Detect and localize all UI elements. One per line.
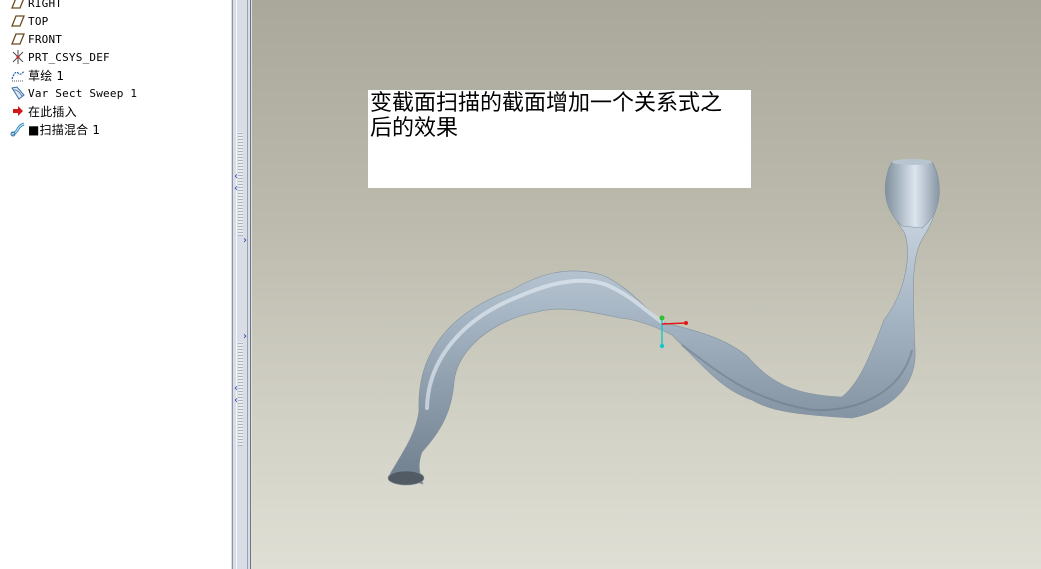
tree-item-sketch-1[interactable]: 草绘 1 — [10, 66, 64, 84]
tree-item-insert-here[interactable]: 在此插入 — [10, 102, 77, 120]
tree-item-right[interactable]: RIGHT — [10, 0, 62, 12]
tree-item-prt-csys-def[interactable]: PRT_CSYS_DEF — [10, 48, 110, 66]
tree-item-swept-blend-1[interactable]: ■扫描混合 1 — [10, 120, 100, 138]
tree-item-label: FRONT — [28, 32, 63, 46]
collapse-left-icon[interactable]: ‹ — [234, 396, 238, 406]
splitter-grip[interactable] — [238, 132, 243, 236]
tree-item-label: Var Sect Sweep 1 — [28, 86, 138, 100]
datum-plane-icon — [11, 0, 24, 9]
splitter-grip[interactable] — [238, 342, 243, 446]
swept-tube-model[interactable] — [252, 0, 1041, 569]
datum-plane-icon — [11, 15, 25, 27]
var-sect-sweep-icon — [11, 86, 25, 100]
model-tree: RIGHT TOP FRONT PRT_CSYS_DEF 草绘 1 Var Se… — [0, 0, 231, 569]
splitter-edge — [250, 0, 251, 569]
panel-splitter[interactable]: ‹ ‹ › › ‹ ‹ — [231, 0, 252, 569]
collapse-left-icon[interactable]: ‹ — [234, 172, 238, 182]
datum-plane-icon — [11, 33, 25, 45]
collapse-left-icon[interactable]: ‹ — [234, 384, 238, 394]
collapse-left-icon[interactable]: ‹ — [234, 184, 238, 194]
tree-item-label: PRT_CSYS_DEF — [28, 50, 110, 64]
coordinate-system-icon — [12, 50, 24, 64]
splitter-edge — [232, 0, 233, 569]
graphics-window[interactable]: 变截面扫描的截面增加一个关系式之后的效果 — [252, 0, 1041, 569]
tree-item-label: 在此插入 — [28, 104, 77, 119]
swept-blend-icon — [10, 122, 25, 137]
expand-right-icon[interactable]: › — [243, 236, 247, 246]
bulb-top — [884, 161, 940, 229]
splitter-edge — [236, 0, 237, 569]
tree-item-front[interactable]: FRONT — [10, 30, 62, 48]
sketch-icon — [11, 70, 25, 82]
splitter-edge — [247, 0, 248, 569]
tree-item-label: RIGHT — [28, 0, 63, 10]
insert-here-arrow-icon — [13, 106, 23, 116]
tube-end-top — [892, 159, 932, 165]
tree-item-var-sect-sweep-1[interactable]: Var Sect Sweep 1 — [10, 84, 137, 102]
tree-item-label: ■扫描混合 1 — [28, 122, 101, 137]
tube-end-bottom — [387, 470, 425, 486]
tree-item-top[interactable]: TOP — [10, 12, 48, 30]
tree-item-label: TOP — [28, 14, 49, 28]
expand-right-icon[interactable]: › — [243, 332, 247, 342]
tree-item-label: 草绘 1 — [28, 68, 65, 83]
